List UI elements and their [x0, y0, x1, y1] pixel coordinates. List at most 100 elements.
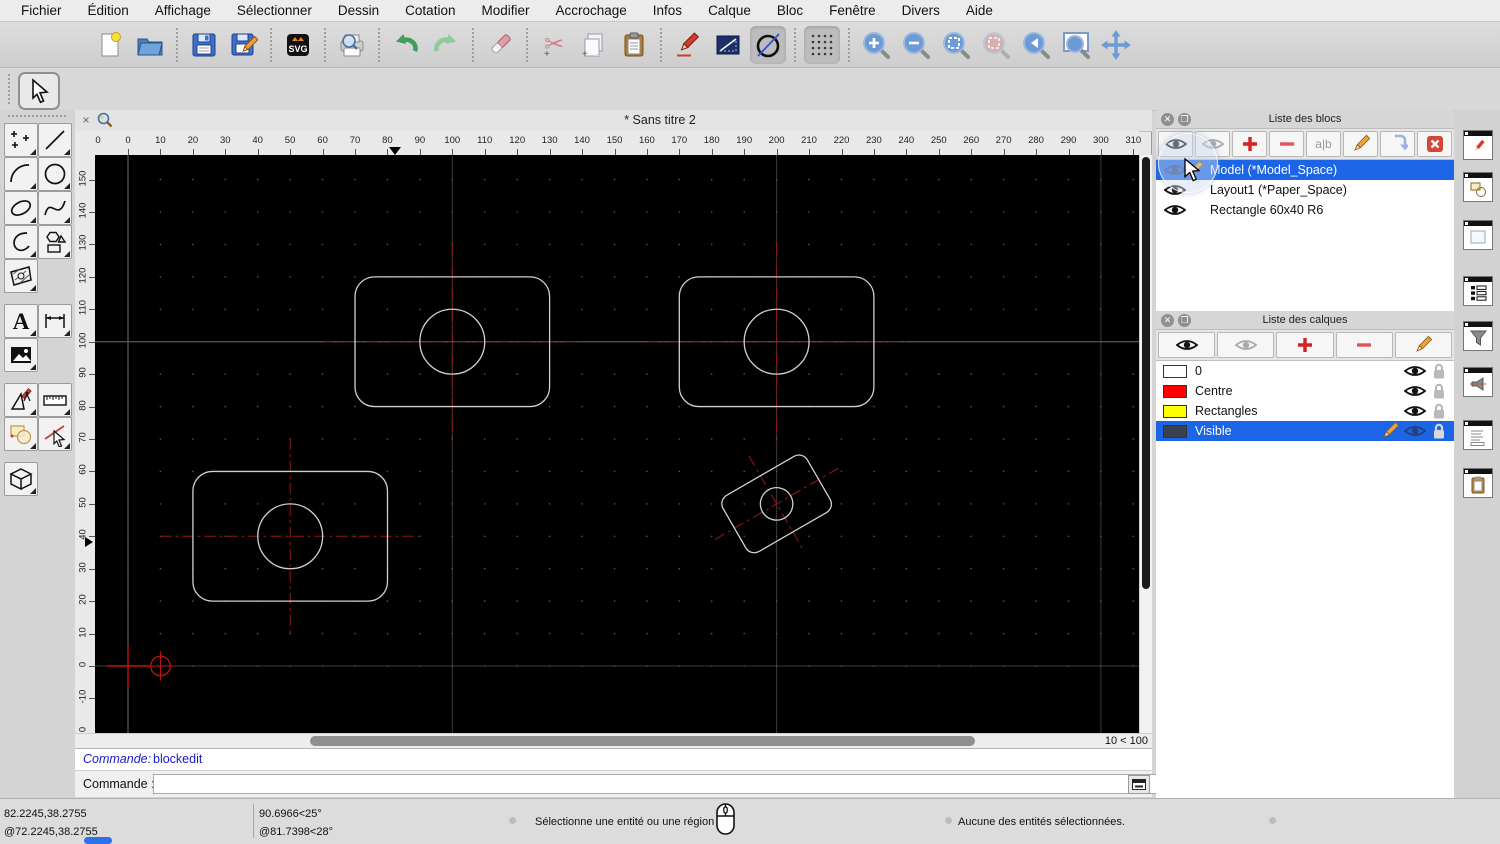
layer-lock-icon[interactable]	[1432, 422, 1446, 440]
tool-arcs[interactable]	[4, 157, 38, 191]
dock-library-button[interactable]	[1463, 220, 1493, 250]
layer-edit-pencil-icon	[1380, 421, 1400, 441]
tool-hatch[interactable]	[4, 259, 38, 293]
menu-fenetre[interactable]: Fenêtre	[816, 3, 889, 18]
edit-block-button[interactable]	[1343, 131, 1378, 157]
zoom-in-button[interactable]	[858, 26, 894, 64]
layer-visibility-icon[interactable]	[1404, 423, 1426, 439]
close-document-icon[interactable]: ×	[80, 114, 92, 126]
undo-button[interactable]	[388, 26, 424, 64]
cut-button[interactable]: ✂ +	[536, 26, 572, 64]
tool-ellipses[interactable]	[4, 191, 38, 225]
layer-list-item[interactable]: 0	[1156, 361, 1454, 381]
tool-dimensions[interactable]	[38, 304, 72, 338]
remove-block-button[interactable]	[1269, 131, 1304, 157]
tool-lines[interactable]	[38, 123, 72, 157]
new-file-button[interactable]	[92, 26, 128, 64]
save-button[interactable]	[186, 26, 222, 64]
tool-points[interactable]	[4, 123, 38, 157]
tool-image[interactable]	[4, 338, 38, 372]
dock-block-list-button[interactable]	[1463, 172, 1493, 202]
tool-text[interactable]: A	[4, 304, 38, 338]
layer-lock-icon[interactable]	[1432, 402, 1446, 420]
select-tool-button[interactable]	[18, 72, 60, 110]
add-layer-button[interactable]	[1276, 332, 1334, 358]
svg-export-button[interactable]: SVG	[280, 26, 316, 64]
close-block-edit-button[interactable]	[1417, 131, 1452, 157]
grid-toggle-button[interactable]	[804, 25, 840, 64]
dock-snap-list-button[interactable]	[1463, 276, 1493, 306]
relative-coordinates: @72.2245,38.2755	[4, 826, 98, 838]
zoom-auto-button[interactable]	[938, 26, 974, 64]
dock-clipboard-button[interactable]	[1463, 468, 1493, 498]
tool-deselect[interactable]	[38, 417, 72, 451]
hide-all-layers-button[interactable]	[1217, 332, 1275, 358]
edit-layer-button[interactable]	[1394, 332, 1453, 358]
menu-infos[interactable]: Infos	[640, 3, 695, 18]
menu-selectionner[interactable]: Sélectionner	[224, 3, 325, 18]
remove-layer-button[interactable]	[1335, 332, 1393, 358]
line-tool-button[interactable]	[710, 26, 746, 64]
tool-3d[interactable]	[4, 462, 38, 496]
dock-command-button[interactable]	[1463, 420, 1493, 450]
zoom-out-button[interactable]	[898, 26, 934, 64]
layer-list-item[interactable]: Visible	[1156, 421, 1454, 441]
menu-aide[interactable]: Aide	[953, 3, 1006, 18]
keyboard-toggle-button[interactable]	[1128, 775, 1150, 794]
vertical-scroll-thumb[interactable]	[1142, 157, 1150, 589]
dock-filter-button[interactable]	[1463, 321, 1493, 351]
layer-list-item[interactable]: Rectangles	[1156, 401, 1454, 421]
zoom-window-button[interactable]	[1058, 26, 1094, 64]
deselect-icon	[42, 421, 68, 447]
open-file-button[interactable]	[132, 26, 168, 64]
tool-blocks[interactable]	[4, 417, 38, 451]
menu-divers[interactable]: Divers	[889, 3, 953, 18]
block-visibility-icon[interactable]	[1164, 202, 1186, 218]
layer-list-item[interactable]: Centre	[1156, 381, 1454, 401]
menu-dessin[interactable]: Dessin	[325, 3, 392, 18]
undo-icon	[391, 31, 421, 59]
menu-accrochage[interactable]: Accrochage	[542, 3, 639, 18]
menu-modifier[interactable]: Modifier	[468, 3, 542, 18]
menu-edition[interactable]: Édition	[75, 3, 142, 18]
layer-lock-icon[interactable]	[1432, 382, 1446, 400]
delete-button[interactable]	[482, 26, 518, 64]
dock-layer-list-button[interactable]	[1463, 130, 1493, 160]
command-input[interactable]	[153, 774, 1203, 794]
block-list-item[interactable]: Rectangle 60x40 R6	[1156, 200, 1454, 220]
tool-draft[interactable]	[4, 383, 38, 417]
print-preview-button[interactable]	[334, 26, 370, 64]
tool-splines[interactable]	[38, 191, 72, 225]
rename-block-button[interactable]: a|b	[1306, 131, 1341, 157]
circle-tool-button[interactable]	[750, 25, 786, 64]
tool-measure[interactable]	[38, 383, 72, 417]
horizontal-scrollbar[interactable]: 10 < 100	[75, 733, 1152, 748]
menu-affichage[interactable]: Affichage	[142, 3, 224, 18]
vertical-scrollbar[interactable]	[1139, 155, 1152, 733]
layer-visibility-icon[interactable]	[1404, 363, 1426, 379]
tool-polylines[interactable]	[4, 225, 38, 259]
menu-cotation[interactable]: Cotation	[392, 3, 468, 18]
redo-button[interactable]	[428, 26, 464, 64]
dock-tool-button[interactable]	[1463, 367, 1493, 397]
paste-button[interactable]	[616, 26, 652, 64]
copy-button[interactable]: +	[576, 26, 612, 64]
pen-button[interactable]	[670, 26, 706, 64]
drawing-canvas[interactable]	[95, 155, 1139, 733]
insert-block-button[interactable]	[1380, 131, 1415, 157]
layer-visibility-icon[interactable]	[1404, 383, 1426, 399]
layer-visibility-icon[interactable]	[1404, 403, 1426, 419]
zoom-previous-button[interactable]	[1018, 26, 1054, 64]
tool-shapes[interactable]	[38, 225, 72, 259]
tool-circles[interactable]	[38, 157, 72, 191]
menu-fichier[interactable]: Fichier	[8, 3, 75, 18]
horizontal-scroll-thumb[interactable]	[310, 736, 975, 746]
add-block-button[interactable]	[1232, 131, 1267, 157]
show-all-layers-button[interactable]	[1158, 332, 1216, 358]
layer-lock-icon[interactable]	[1432, 362, 1446, 380]
zoom-selection-button[interactable]	[978, 26, 1014, 64]
menu-bloc[interactable]: Bloc	[764, 3, 816, 18]
menu-calque[interactable]: Calque	[695, 3, 764, 18]
save-as-button[interactable]	[226, 26, 262, 64]
zoom-pan-button[interactable]	[1098, 26, 1134, 64]
